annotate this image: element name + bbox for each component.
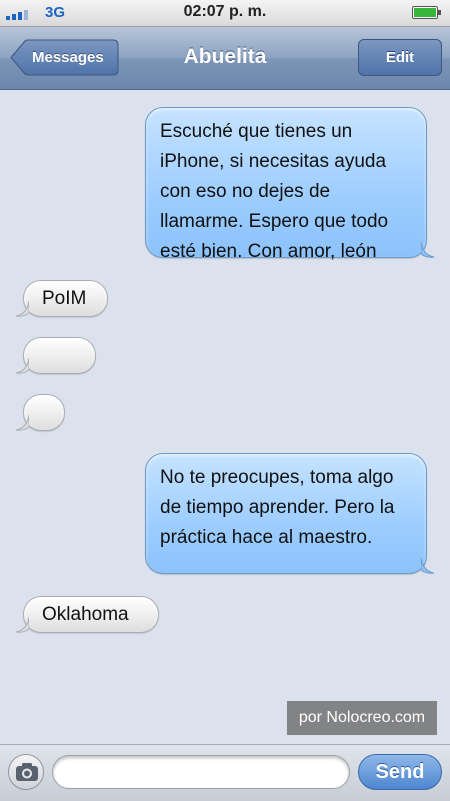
message-bubble-incoming[interactable]: Oklahoma xyxy=(15,596,159,633)
message-bubble-incoming[interactable] xyxy=(15,394,65,431)
bubble-tail xyxy=(15,358,29,374)
bubble-tail xyxy=(421,242,435,258)
message-text: Escuché que tienes un iPhone, si necesit… xyxy=(160,121,389,262)
bubble-tail xyxy=(15,617,29,633)
send-button[interactable]: Send xyxy=(358,754,442,790)
bubble-tail xyxy=(15,415,29,431)
status-bar: 3G 02:07 p. m. xyxy=(0,0,450,27)
battery-icon xyxy=(412,6,441,19)
camera-icon xyxy=(16,763,38,781)
bubble-tail xyxy=(15,301,29,317)
message-bubble-outgoing[interactable]: Escuché que tienes un iPhone, si necesit… xyxy=(145,107,435,262)
message-text: PoIM xyxy=(42,288,87,309)
edit-button[interactable]: Edit xyxy=(358,39,442,76)
watermark: por Nolocreo.com xyxy=(287,701,437,735)
status-time: 02:07 p. m. xyxy=(183,3,267,20)
message-text: Oklahoma xyxy=(42,604,129,625)
message-bubble-outgoing[interactable]: No te preocupes, toma algo de tiempo apr… xyxy=(145,453,435,574)
message-text: No te preocupes, toma algo de tiempo apr… xyxy=(160,467,395,548)
nav-bar: Messages Abuelita Edit xyxy=(0,27,450,90)
bubble-tail xyxy=(421,558,435,574)
battery-fill xyxy=(414,8,436,17)
message-input[interactable] xyxy=(52,755,350,789)
camera-button[interactable] xyxy=(8,754,44,790)
message-bubble-incoming[interactable]: PoIM xyxy=(15,280,108,317)
message-bubble-incoming[interactable] xyxy=(15,337,96,374)
composer-bar: Send xyxy=(0,744,450,801)
